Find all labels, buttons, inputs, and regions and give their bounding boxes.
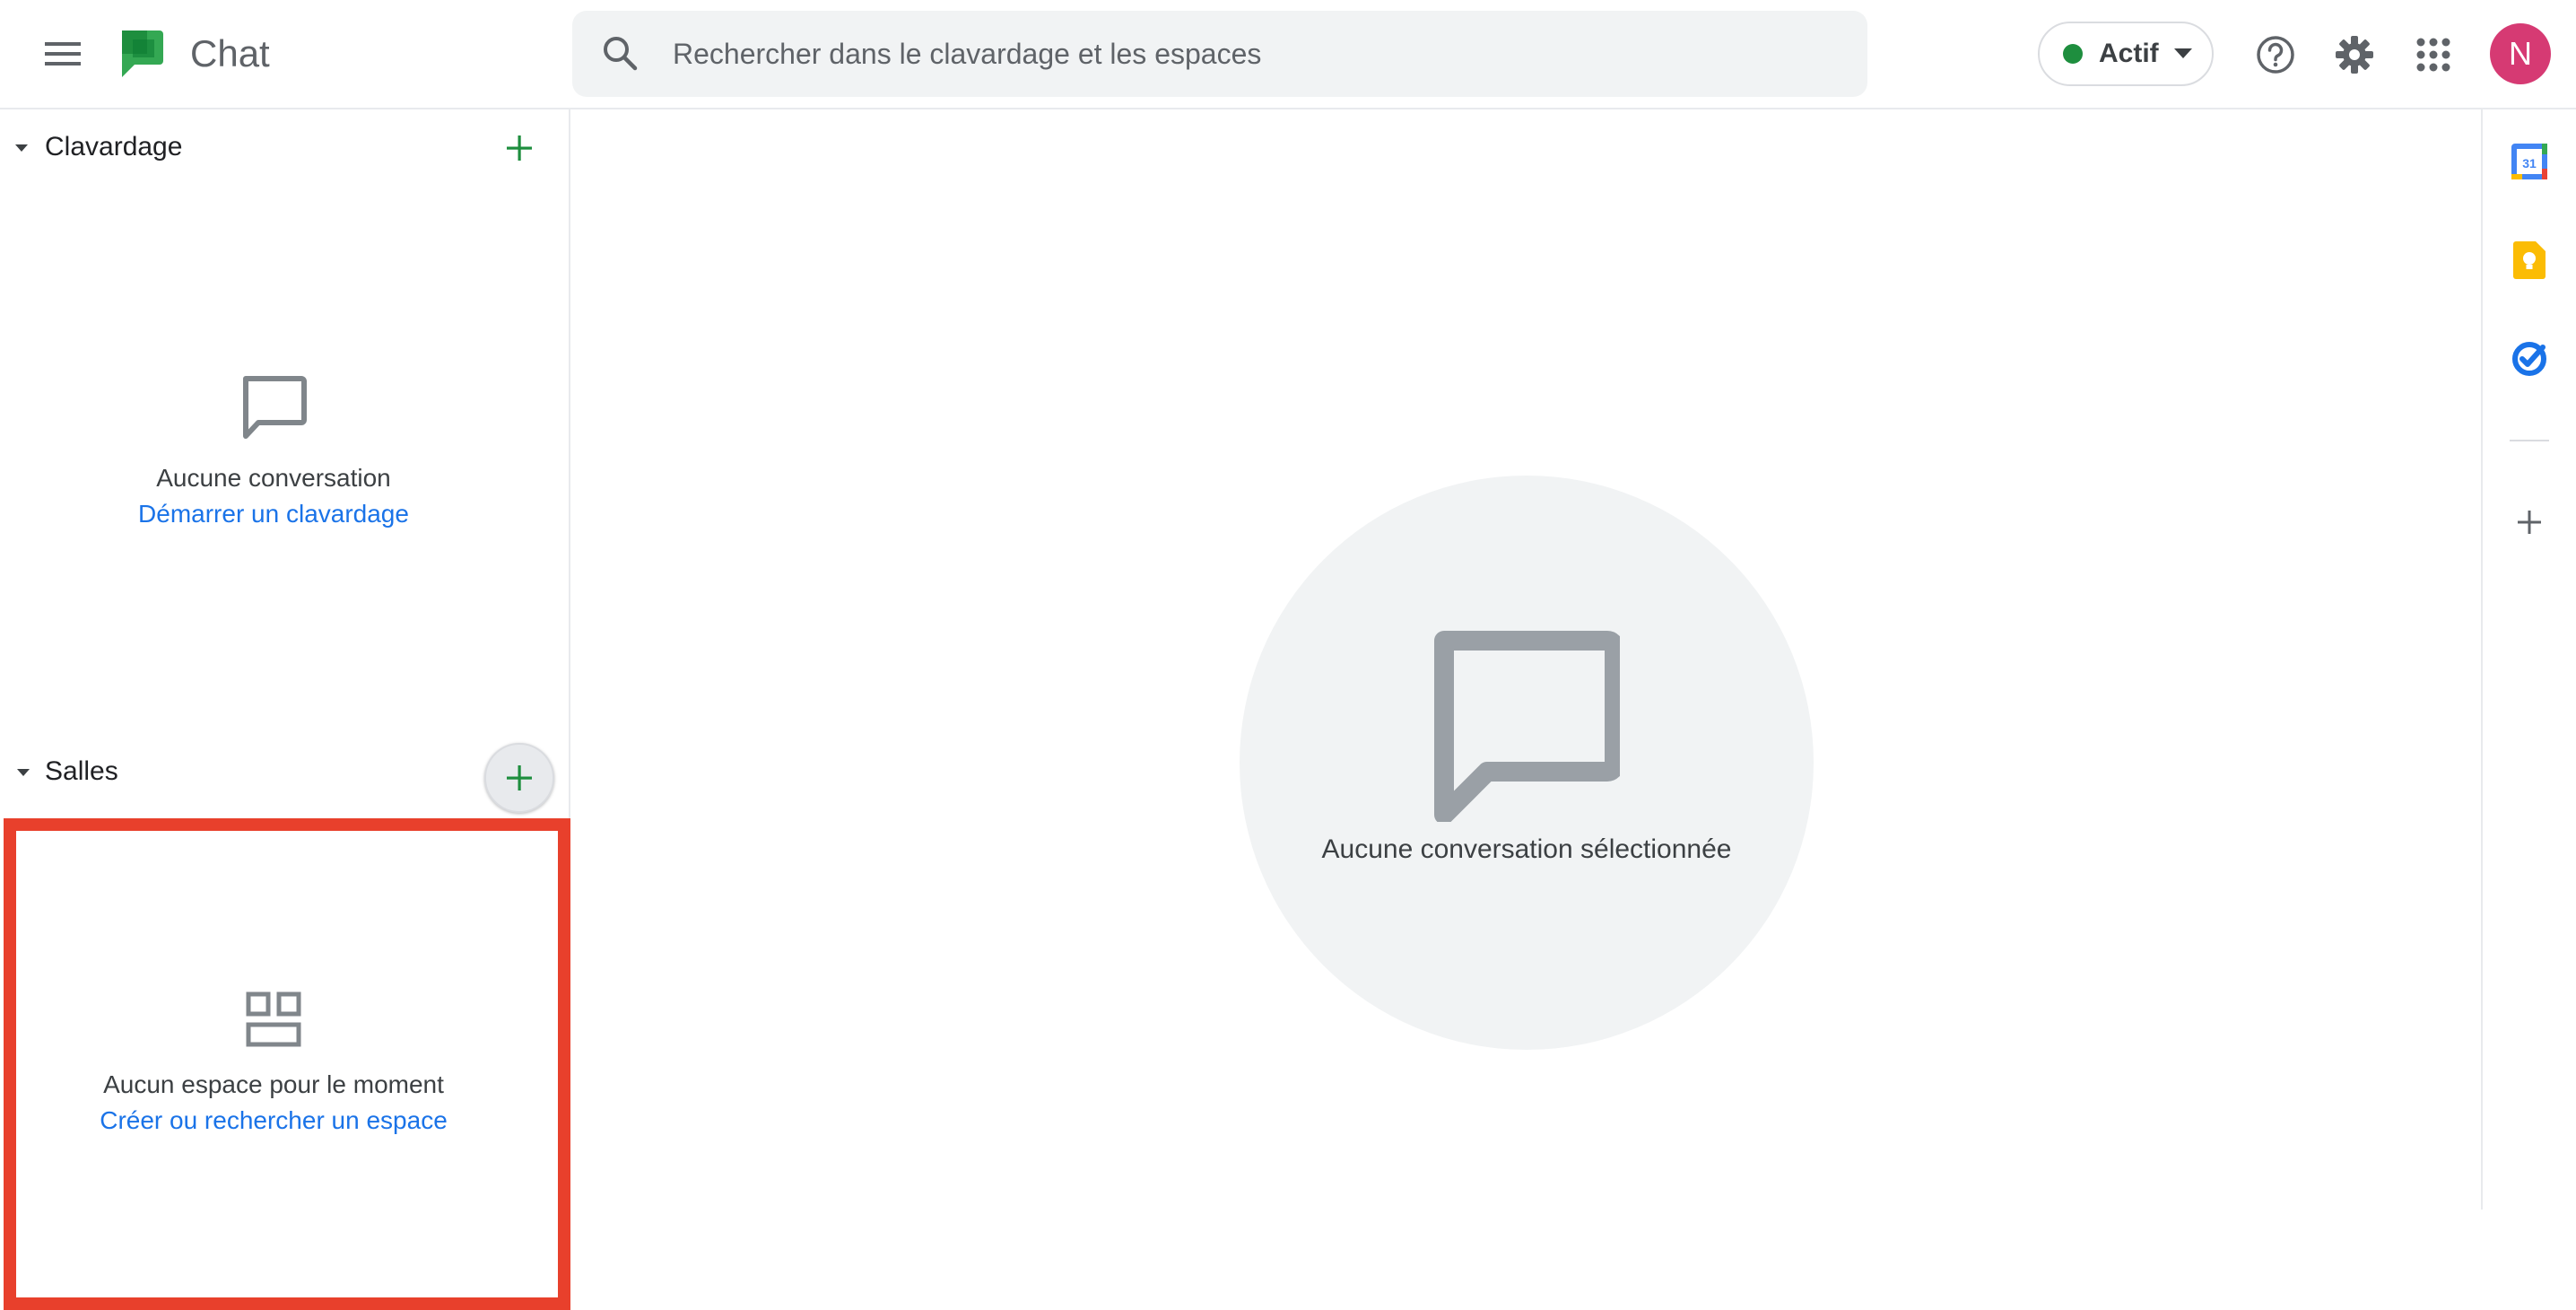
keep-icon <box>2513 241 2546 279</box>
chat-bubble-icon <box>1434 631 1620 822</box>
status-label: Actif <box>2099 39 2159 68</box>
section-title-rooms[interactable]: Salles <box>45 754 118 790</box>
main-menu-button[interactable] <box>30 22 95 86</box>
apps-grid-icon <box>2416 38 2450 72</box>
rooms-empty-state: Aucun espace pour le moment Créer ou rec… <box>0 991 547 1139</box>
tasks-button[interactable] <box>2502 332 2556 386</box>
caret-down-icon <box>2173 48 2192 58</box>
rooms-empty-text: Aucun espace pour le moment <box>103 1070 444 1098</box>
help-icon <box>2257 36 2294 74</box>
apps-button[interactable] <box>2402 23 2465 86</box>
sidebar: Clavardage Aucune conversation Démarrer … <box>0 109 570 1310</box>
top-bar: Chat Actif <box>0 0 2576 109</box>
tasks-icon <box>2512 342 2546 376</box>
side-panel-rail: 31 <box>2481 109 2576 1210</box>
empty-conversation-panel: Aucune conversation sélectionnée <box>1240 476 1814 1050</box>
status-active-dot <box>2063 44 2083 64</box>
calendar-button[interactable]: 31 <box>2502 135 2556 188</box>
search-input[interactable] <box>671 27 1837 81</box>
create-space-link[interactable]: Créer ou rechercher un espace <box>0 1103 547 1139</box>
menu-icon <box>45 42 81 66</box>
new-room-button[interactable] <box>484 743 554 813</box>
collapse-caret-icon[interactable] <box>16 768 30 777</box>
calendar-icon: 31 <box>2511 144 2547 179</box>
status-dropdown[interactable]: Actif <box>2038 22 2214 86</box>
chat-logo-icon[interactable] <box>115 27 169 81</box>
calendar-day: 31 <box>2522 156 2537 170</box>
settings-button[interactable] <box>2323 23 2386 86</box>
section-rooms-header: Salles <box>0 732 570 813</box>
chat-bubble-icon <box>243 376 307 439</box>
spaces-grid-icon <box>246 991 301 1047</box>
rail-divider <box>2510 440 2549 441</box>
app-title: Chat <box>190 32 270 74</box>
keep-button[interactable] <box>2502 233 2556 287</box>
help-button[interactable] <box>2244 23 2307 86</box>
section-chats-header: Clavardage <box>0 117 570 179</box>
plus-icon <box>507 135 532 161</box>
search-icon[interactable] <box>597 31 644 77</box>
collapse-caret-icon[interactable] <box>14 144 29 153</box>
gear-icon <box>2336 36 2373 74</box>
search-bar[interactable] <box>572 11 1867 97</box>
start-chat-link[interactable]: Démarrer un clavardage <box>0 496 547 532</box>
chats-empty-state: Aucune conversation Démarrer un clavarda… <box>0 375 547 532</box>
no-conversation-text: Aucune conversation sélectionnée <box>1321 834 1732 864</box>
chats-empty-text: Aucune conversation <box>156 464 391 492</box>
add-addon-button[interactable] <box>2502 495 2556 549</box>
plus-icon <box>507 765 532 790</box>
account-avatar[interactable]: N <box>2490 23 2551 84</box>
plus-icon <box>2518 511 2541 534</box>
new-chat-button[interactable] <box>484 113 554 183</box>
section-title-chats[interactable]: Clavardage <box>45 129 182 165</box>
